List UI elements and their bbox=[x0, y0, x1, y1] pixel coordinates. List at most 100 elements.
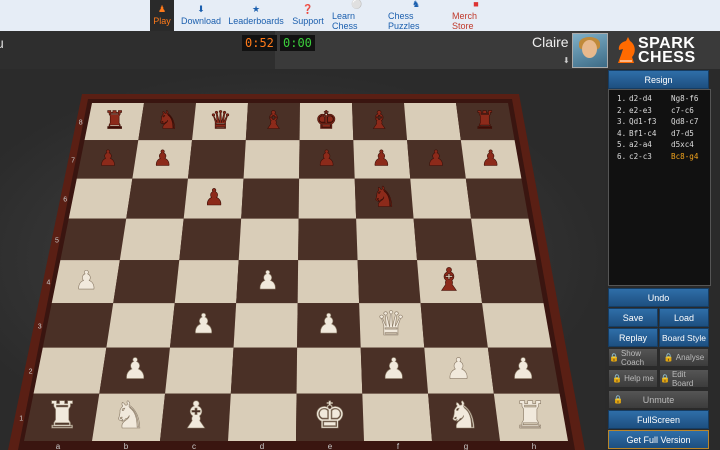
board-square[interactable] bbox=[476, 260, 544, 304]
board-square[interactable] bbox=[230, 347, 298, 394]
move-row: 2. e2-e3 c7-c6 bbox=[609, 106, 710, 117]
black-pawn-piece[interactable]: ♟ bbox=[153, 146, 173, 172]
nav-label: Support bbox=[292, 16, 324, 26]
white-pawn-piece[interactable]: ♟ bbox=[74, 266, 98, 297]
board-square[interactable] bbox=[465, 178, 529, 219]
board-square[interactable] bbox=[243, 140, 300, 179]
board-square[interactable] bbox=[68, 178, 133, 219]
white-pawn-piece[interactable]: ♟ bbox=[510, 351, 536, 386]
show-coach-button[interactable]: 🔒 Show Coach bbox=[608, 348, 658, 367]
move-row: 4. Bf1-c4 d7-d5 bbox=[609, 129, 710, 140]
white-pawn-piece[interactable]: ♟ bbox=[381, 351, 407, 386]
download-icon[interactable]: ⬇ bbox=[563, 56, 570, 65]
board-square[interactable] bbox=[233, 303, 298, 348]
edit-board-button[interactable]: 🔒 Edit Board bbox=[659, 369, 709, 388]
black-queen-piece[interactable]: ♛ bbox=[209, 105, 232, 135]
white-knight-piece[interactable]: ♞ bbox=[112, 392, 146, 437]
nav-download[interactable]: ⬇ Download bbox=[180, 0, 222, 31]
white-pawn-piece[interactable]: ♟ bbox=[316, 309, 341, 341]
board-square[interactable] bbox=[126, 178, 188, 219]
board-square[interactable] bbox=[113, 260, 180, 304]
white-pawn-piece[interactable]: ♟ bbox=[122, 351, 148, 386]
board-square[interactable] bbox=[404, 103, 461, 141]
board-square[interactable] bbox=[482, 303, 552, 348]
black-knight-piece[interactable]: ♞ bbox=[156, 105, 179, 135]
black-pawn-piece[interactable]: ♟ bbox=[204, 185, 225, 212]
nav-support[interactable]: ❓ Support bbox=[290, 0, 326, 31]
shirt-icon: ■ bbox=[473, 0, 479, 9]
white-rook-piece[interactable]: ♜ bbox=[513, 392, 548, 437]
fullscreen-button[interactable]: FullScreen bbox=[608, 410, 709, 429]
board-square[interactable] bbox=[471, 218, 536, 261]
board-square[interactable] bbox=[33, 347, 107, 394]
puzzle-icon: ♞ bbox=[411, 0, 421, 9]
nav-label: Merch Store bbox=[452, 11, 478, 31]
board-square[interactable] bbox=[165, 347, 234, 394]
undo-button[interactable]: Undo bbox=[608, 288, 709, 307]
move-row: 5. a2-a4 d5xc4 bbox=[609, 140, 710, 151]
nav-learn-chess[interactable]: ⚪ Learn Chess bbox=[332, 0, 382, 31]
black-rook-piece[interactable]: ♜ bbox=[103, 105, 126, 135]
white-pawn-piece[interactable]: ♟ bbox=[445, 351, 472, 386]
board-square[interactable] bbox=[42, 303, 114, 348]
white-pawn-piece[interactable]: ♟ bbox=[191, 309, 216, 341]
board-square[interactable] bbox=[297, 260, 360, 304]
nav-label: Learn Chess bbox=[332, 11, 358, 31]
black-pawn-piece[interactable]: ♟ bbox=[481, 146, 501, 172]
white-queen-piece[interactable]: ♛ bbox=[376, 303, 407, 343]
black-pawn-piece[interactable]: ♟ bbox=[98, 146, 118, 172]
help-me-button[interactable]: 🔒 Help me bbox=[608, 369, 658, 388]
board-square[interactable] bbox=[179, 218, 242, 261]
white-bishop-piece[interactable]: ♝ bbox=[179, 392, 213, 437]
black-king-piece[interactable]: ♚ bbox=[315, 105, 338, 135]
board-square[interactable] bbox=[60, 218, 127, 261]
board-square[interactable] bbox=[298, 218, 358, 261]
white-pawn-piece[interactable]: ♟ bbox=[256, 266, 280, 297]
nav-play[interactable]: ♟ Play bbox=[150, 0, 174, 31]
black-bishop-piece[interactable]: ♝ bbox=[435, 262, 464, 299]
board-square[interactable] bbox=[238, 218, 299, 261]
nav-leaderboards[interactable]: ★ Leaderboards bbox=[228, 0, 284, 31]
board-square[interactable] bbox=[410, 178, 472, 219]
black-rook-piece[interactable]: ♜ bbox=[473, 105, 496, 135]
analyse-button[interactable]: 🔒 Analyse bbox=[659, 348, 709, 367]
board-square[interactable] bbox=[187, 140, 246, 179]
nav-merch-store[interactable]: ■ Merch Store bbox=[452, 0, 500, 31]
white-rook-piece[interactable]: ♜ bbox=[45, 392, 79, 437]
white-king-piece[interactable]: ♚ bbox=[313, 392, 347, 437]
get-full-version-button[interactable]: Get Full Version bbox=[608, 430, 709, 449]
board-square[interactable] bbox=[228, 393, 297, 441]
board-square[interactable] bbox=[119, 218, 184, 261]
nav-chess-puzzles[interactable]: ♞ Chess Puzzles bbox=[388, 0, 444, 31]
black-bishop-piece[interactable]: ♝ bbox=[368, 105, 391, 135]
black-pawn-piece[interactable]: ♟ bbox=[426, 146, 446, 172]
board-square[interactable] bbox=[413, 218, 477, 261]
board-square[interactable] bbox=[106, 303, 175, 348]
board-square[interactable] bbox=[357, 260, 421, 304]
black-bishop-piece[interactable]: ♝ bbox=[262, 105, 285, 135]
board-style-button[interactable]: Board Style bbox=[659, 328, 709, 347]
board-square[interactable] bbox=[296, 347, 363, 394]
board-square[interactable] bbox=[174, 260, 239, 304]
board-square[interactable] bbox=[298, 178, 357, 219]
board-square[interactable] bbox=[362, 393, 432, 441]
save-button[interactable]: Save bbox=[608, 308, 658, 327]
move-white: Qd1-f3 bbox=[629, 117, 657, 126]
resign-button[interactable]: Resign bbox=[608, 70, 709, 89]
unmute-button[interactable]: 🔒 Unmute bbox=[608, 390, 709, 409]
replay-button[interactable]: Replay bbox=[608, 328, 658, 347]
avatar[interactable] bbox=[572, 33, 608, 68]
board-square[interactable] bbox=[420, 303, 488, 348]
move-black: d5xc4 bbox=[671, 140, 694, 149]
rank-label: 5 bbox=[55, 237, 59, 244]
move-black: Ng8-f6 bbox=[671, 94, 699, 103]
board-square[interactable] bbox=[241, 178, 300, 219]
chess-board[interactable]: a b c d e f g h12345678 ♜ ♞ ♝ ♚ ♝ ♜♛♟ ♟ ♟ ♟ ♟ ♟♟ ♞♟ ♝♟ ♟♟ ♟ ♛♟… bbox=[0, 69, 605, 450]
black-pawn-piece[interactable]: ♟ bbox=[371, 146, 391, 172]
board-square[interactable] bbox=[356, 218, 418, 261]
rank-label: 3 bbox=[38, 323, 42, 330]
black-knight-piece[interactable]: ♞ bbox=[371, 180, 397, 214]
white-knight-piece[interactable]: ♞ bbox=[446, 392, 481, 437]
black-pawn-piece[interactable]: ♟ bbox=[317, 146, 337, 172]
load-button[interactable]: Load bbox=[659, 308, 709, 327]
